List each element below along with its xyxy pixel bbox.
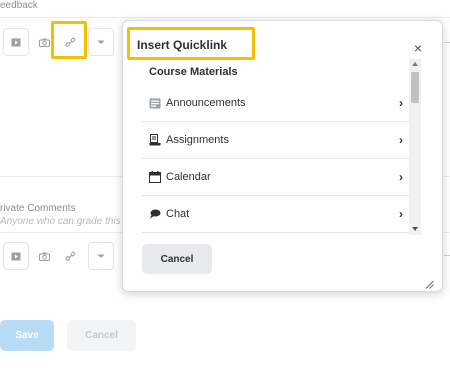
scroll-down-icon[interactable] <box>412 227 418 231</box>
chevron-right-icon: › <box>399 207 403 221</box>
insert-video-button[interactable] <box>3 242 29 270</box>
link-icon <box>64 251 76 262</box>
resize-handle-icon[interactable] <box>425 276 434 289</box>
more-options-button[interactable] <box>88 242 114 270</box>
dialog-cancel-button[interactable]: Cancel <box>142 244 212 274</box>
quicklink-list: Course Materials Announcements › Assignm… <box>142 65 409 235</box>
quicklink-highlight <box>51 21 87 59</box>
close-icon: × <box>413 40 422 56</box>
insert-image-button[interactable] <box>31 242 57 270</box>
announcements-icon <box>149 97 161 109</box>
video-icon <box>11 38 21 47</box>
cancel-button[interactable]: Cancel <box>67 320 136 351</box>
close-button[interactable]: × <box>414 41 422 55</box>
dropdown-icon <box>97 254 105 259</box>
list-item-label: Announcements <box>166 97 246 109</box>
calendar-icon <box>149 171 161 183</box>
camera-icon <box>38 38 50 47</box>
feedback-label: eedback <box>0 0 38 11</box>
insert-video-button[interactable] <box>3 28 29 56</box>
list-item-assignments[interactable]: Assignments › <box>142 122 409 159</box>
chevron-right-icon: › <box>399 96 403 110</box>
list-item-label: Chat <box>166 208 190 220</box>
scroll-up-icon[interactable] <box>412 62 418 66</box>
insert-quicklink-dialog: Insert Quicklink × Course Materials Anno… <box>122 20 443 292</box>
list-item-label: Calendar <box>166 171 211 183</box>
title-highlight <box>127 27 255 60</box>
save-button[interactable]: Save <box>0 320 54 351</box>
dropdown-icon <box>97 40 105 45</box>
divider <box>0 17 450 18</box>
camera-icon <box>38 252 50 261</box>
assignments-icon <box>149 134 161 146</box>
chat-icon <box>149 208 161 220</box>
category-heading: Course Materials <box>149 66 238 78</box>
list-item-calendar[interactable]: Calendar › <box>142 159 409 196</box>
chevron-right-icon: › <box>399 170 403 184</box>
list-item-label: Assignments <box>166 134 229 146</box>
private-comments-subtitle: Anyone who can grade this a <box>0 216 129 227</box>
list-item-announcements[interactable]: Announcements › <box>142 85 409 122</box>
edge-marker <box>444 255 450 256</box>
video-icon <box>11 252 21 261</box>
edge-marker <box>444 42 450 43</box>
list-item-chat[interactable]: Chat › <box>142 196 409 233</box>
scrollbar-thumb[interactable] <box>411 72 419 103</box>
page: eedback rivate Comments Anyone who can g <box>0 0 450 369</box>
more-options-button[interactable] <box>88 28 114 56</box>
insert-quicklink-button[interactable] <box>57 242 83 270</box>
private-comments-label: rivate Comments <box>0 203 76 214</box>
chevron-right-icon: › <box>399 133 403 147</box>
private-comments-toolbar <box>0 242 120 272</box>
list-scrollbar[interactable] <box>409 59 421 235</box>
